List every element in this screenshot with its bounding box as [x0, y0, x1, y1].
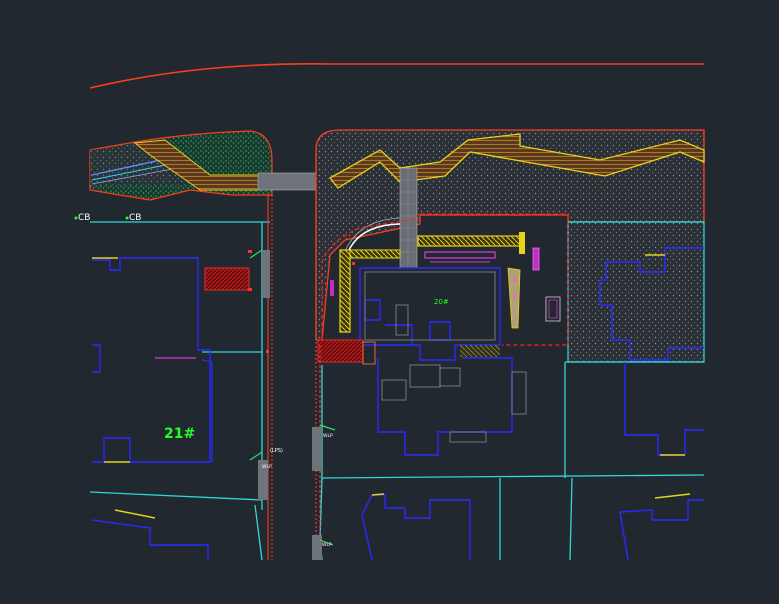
building-number-small: 20# [434, 298, 449, 306]
utility-tag-3: WLP [322, 542, 332, 548]
lps-label: (LPS) [270, 448, 283, 454]
building-main [359, 267, 513, 456]
yellow-path-left [339, 249, 351, 333]
utility-tag-1: WLP [323, 433, 333, 439]
hatched-plaza [460, 345, 500, 357]
site-plan-drawing: 20# 21# CB CB (LPS) WLP WLP WLP [74, 63, 705, 561]
building-21-label: 21# [164, 426, 195, 442]
magenta-feature-1 [532, 247, 540, 271]
utility-pad-1 [312, 427, 322, 471]
cb-label-2: CB [129, 213, 141, 223]
yellow-path-top [417, 235, 521, 247]
yellow-strip-right [519, 232, 525, 254]
building-south [91, 494, 704, 561]
utility-pad-3 [312, 535, 322, 560]
gravel-area-east [567, 221, 705, 363]
red-pad-west [204, 267, 250, 291]
magenta-feature-2 [330, 280, 334, 296]
utility-tag-2: WLP [262, 464, 272, 470]
cad-viewport[interactable]: 20# 21# CB CB (LPS) WLP WLP WLP [0, 0, 779, 600]
road-edge-top [89, 63, 704, 89]
paving-column [399, 167, 418, 269]
red-pad-center [317, 339, 364, 363]
small-pavilion [545, 296, 561, 322]
sculpture-wall [507, 267, 521, 329]
cb-label-1: CB [78, 213, 90, 223]
